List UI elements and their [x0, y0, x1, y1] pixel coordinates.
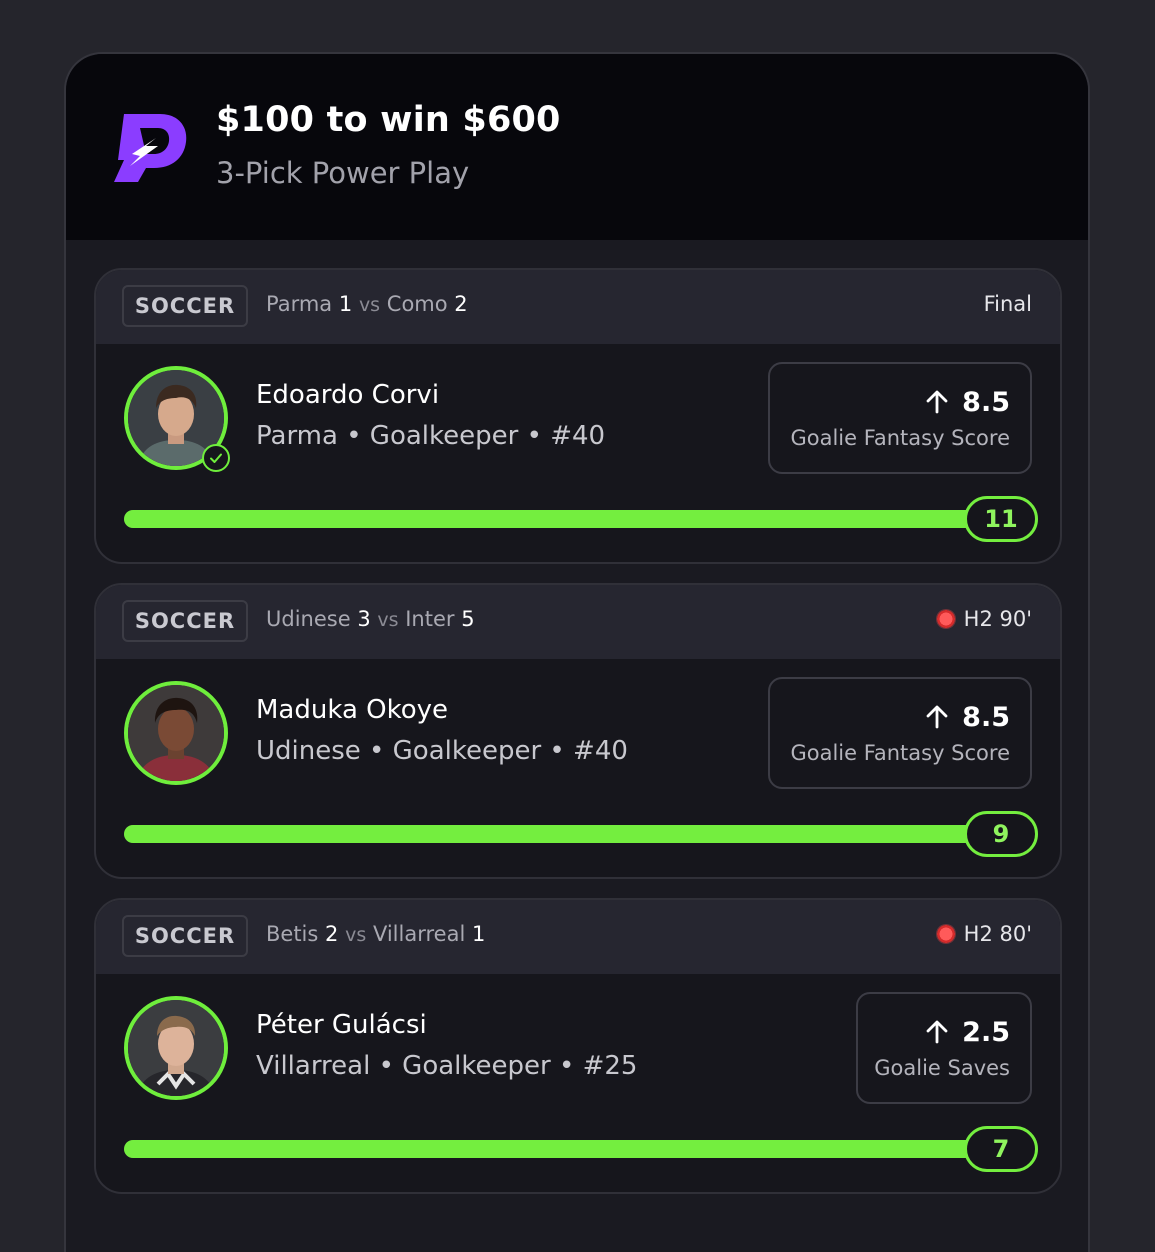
pick-header: SOCCER Parma 1 vs Como 2 Final [96, 270, 1060, 344]
projection-line: 8.5 [962, 386, 1010, 418]
progress-fill [124, 825, 994, 843]
pick-card[interactable]: SOCCER Betis 2 vs Villarreal 1 H2 80' Pé… [94, 898, 1062, 1194]
pick-header: SOCCER Udinese 3 vs Inter 5 H2 90' [96, 585, 1060, 659]
progress-fill [124, 510, 994, 528]
entry-header: $100 to win $600 3-Pick Power Play [66, 54, 1088, 240]
entry-card[interactable]: $100 to win $600 3-Pick Power Play SOCCE… [64, 52, 1090, 1252]
projection-box[interactable]: 2.5 Goalie Saves [856, 992, 1032, 1104]
stat-type: Goalie Saves [874, 1055, 1010, 1080]
current-value-badge: 7 [964, 1126, 1038, 1172]
current-value-badge: 11 [964, 496, 1038, 542]
projection-line: 8.5 [962, 701, 1010, 733]
game-status: Final [983, 292, 1032, 316]
current-value-badge: 9 [964, 811, 1038, 857]
power-play-logo-icon [114, 114, 187, 182]
player-name: Edoardo Corvi [256, 380, 440, 410]
player-avatar [124, 996, 228, 1100]
pick-header: SOCCER Betis 2 vs Villarreal 1 H2 80' [96, 900, 1060, 974]
payout-title: $100 to win $600 [216, 100, 561, 140]
match-score: Betis 2 vs Villarreal 1 [266, 922, 486, 946]
progress-bar [124, 825, 994, 843]
live-indicator-icon [935, 609, 956, 629]
player-info: Parma • Goalkeeper • #40 [256, 421, 606, 451]
player-name: Péter Gulácsi [256, 1010, 427, 1040]
entry-type: 3-Pick Power Play [216, 156, 470, 190]
stat-type: Goalie Fantasy Score [790, 740, 1010, 765]
live-indicator-icon [935, 924, 956, 944]
progress-bar [124, 510, 994, 528]
progress-bar [124, 1140, 994, 1158]
projection-box[interactable]: 8.5 Goalie Fantasy Score [768, 677, 1032, 789]
check-icon [202, 444, 230, 472]
match-score: Udinese 3 vs Inter 5 [266, 607, 475, 631]
projection-box[interactable]: 8.5 Goalie Fantasy Score [768, 362, 1032, 474]
match-score: Parma 1 vs Como 2 [266, 292, 468, 316]
projection-line: 2.5 [962, 1016, 1010, 1048]
player-info: Udinese • Goalkeeper • #40 [256, 736, 628, 766]
game-status: H2 90' [935, 607, 1032, 631]
player-name: Maduka Okoye [256, 695, 449, 725]
pick-card[interactable]: SOCCER Parma 1 vs Como 2 Final Edoardo C… [94, 268, 1062, 564]
pick-card[interactable]: SOCCER Udinese 3 vs Inter 5 H2 90' Maduk… [94, 583, 1062, 879]
player-info: Villarreal • Goalkeeper • #25 [256, 1051, 638, 1081]
progress-fill [124, 1140, 994, 1158]
arrow-up-icon [926, 705, 948, 729]
game-status: H2 80' [935, 922, 1032, 946]
sport-badge: SOCCER [122, 600, 248, 642]
arrow-up-icon [926, 1020, 948, 1044]
player-avatar [124, 681, 228, 785]
sport-badge: SOCCER [122, 915, 248, 957]
sport-badge: SOCCER [122, 285, 248, 327]
arrow-up-icon [926, 390, 948, 414]
stat-type: Goalie Fantasy Score [790, 425, 1010, 450]
